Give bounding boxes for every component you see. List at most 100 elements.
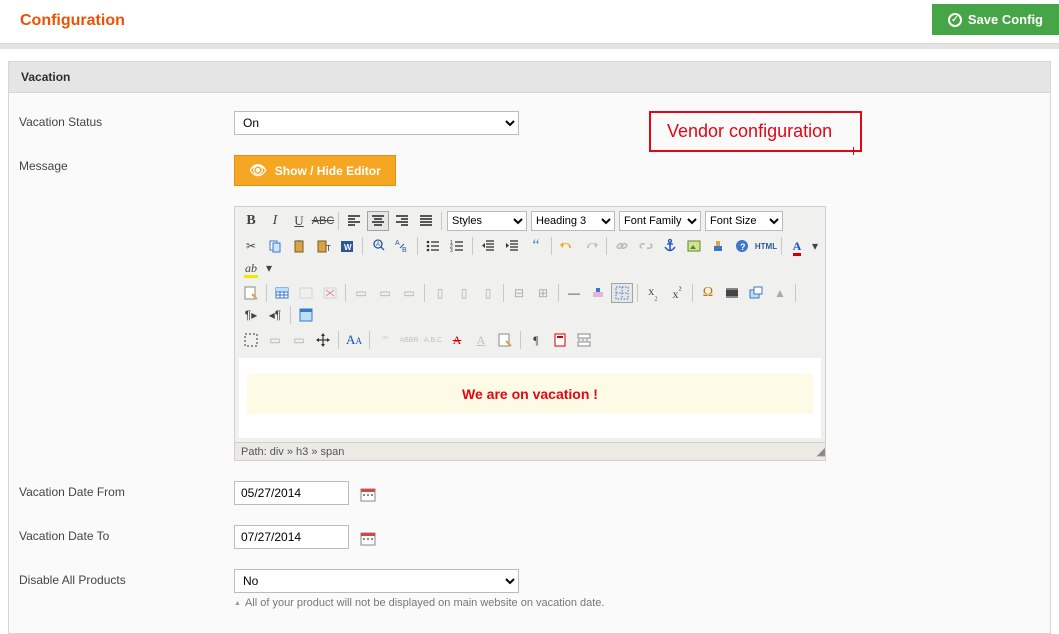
col-delete-icon[interactable]: ▯ <box>477 283 499 303</box>
hr-icon[interactable]: — <box>563 283 585 303</box>
visual-aid-icon[interactable] <box>611 283 633 303</box>
del-tag-icon[interactable]: A <box>446 330 468 350</box>
vacation-date-to-input[interactable] <box>234 525 349 549</box>
underline-icon[interactable]: U <box>288 211 310 231</box>
fullscreen-icon[interactable] <box>295 305 317 325</box>
attribs-icon[interactable] <box>494 330 516 350</box>
replace-icon[interactable]: AB <box>391 236 413 256</box>
save-config-button[interactable]: ✓ Save Config <box>932 4 1059 35</box>
paste-text-icon[interactable]: T <box>312 236 334 256</box>
cut-icon[interactable]: ✂ <box>240 236 262 256</box>
html-source-icon[interactable]: HTML <box>755 236 777 256</box>
align-left-icon[interactable] <box>343 211 365 231</box>
find-icon[interactable]: A <box>367 236 389 256</box>
editor-toolbar-row-3: ▭ ▭ ▭ ▯ ▯ ▯ ⊟ ⊞ — <box>235 279 825 326</box>
annotation-tick <box>853 147 854 155</box>
col-before-icon[interactable]: ▯ <box>429 283 451 303</box>
outdent-icon[interactable] <box>477 236 499 256</box>
table-delete-icon[interactable] <box>319 283 341 303</box>
row-delete-icon[interactable]: ▭ <box>398 283 420 303</box>
vacation-panel: Vacation Vendor configuration Vacation S… <box>8 61 1051 634</box>
help-icon[interactable]: ? <box>731 236 753 256</box>
panel-title: Vacation <box>9 62 1050 93</box>
table-icon[interactable] <box>271 283 293 303</box>
editor-content-text: We are on vacation ! <box>462 386 598 402</box>
layer-forward-icon[interactable]: ▲ <box>769 283 791 303</box>
merge-cells-icon[interactable]: ⊞ <box>532 283 554 303</box>
align-right-icon[interactable] <box>391 211 413 231</box>
paste-icon[interactable] <box>288 236 310 256</box>
ins-tag-icon[interactable]: A <box>470 330 492 350</box>
font-family-select[interactable]: Font Family <box>619 211 701 231</box>
page-title: Configuration <box>20 12 125 30</box>
align-center-icon[interactable] <box>367 211 389 231</box>
editor-toolbar-row-2: ✂ T W A AB 123 “ <box>235 232 825 279</box>
superscript-icon[interactable]: x² <box>666 283 688 303</box>
text-color-dropdown-icon[interactable]: ▾ <box>810 236 820 256</box>
bullet-list-icon[interactable] <box>422 236 444 256</box>
edit-html-icon[interactable] <box>240 283 262 303</box>
link-icon[interactable] <box>611 236 633 256</box>
redo-icon[interactable] <box>580 236 602 256</box>
toggle-editor-button[interactable]: 👁 Show / Hide Editor <box>234 155 396 186</box>
abbr-icon[interactable]: ABBR <box>398 330 420 350</box>
media-icon[interactable] <box>721 283 743 303</box>
anchor-icon[interactable] <box>659 236 681 256</box>
text-color-icon[interactable]: A <box>786 236 808 256</box>
vacation-status-select[interactable]: On <box>234 111 519 135</box>
style-props-icon[interactable]: AA <box>343 330 365 350</box>
select-area-icon[interactable] <box>240 330 262 350</box>
layer-del-icon[interactable]: ▭ <box>288 330 310 350</box>
col-after-icon[interactable]: ▯ <box>453 283 475 303</box>
indent-icon[interactable] <box>501 236 523 256</box>
cleanup-icon[interactable] <box>707 236 729 256</box>
disable-products-select[interactable]: No <box>234 569 519 593</box>
remove-format-icon[interactable] <box>587 283 609 303</box>
row-before-icon[interactable]: ▭ <box>350 283 372 303</box>
styles-select[interactable]: Styles <box>447 211 527 231</box>
pagebreak-icon[interactable] <box>573 330 595 350</box>
acronym-icon[interactable]: A.B.C <box>422 330 444 350</box>
check-circle-icon: ✓ <box>948 13 962 27</box>
special-char-icon[interactable]: Ω <box>697 283 719 303</box>
copy-icon[interactable] <box>264 236 286 256</box>
italic-icon[interactable]: I <box>264 211 286 231</box>
resize-handle-icon[interactable]: ◢ <box>817 445 825 458</box>
divider <box>0 43 1059 49</box>
split-cells-icon[interactable]: ⊟ <box>508 283 530 303</box>
number-list-icon[interactable]: 123 <box>446 236 468 256</box>
blockquote-icon[interactable]: “ <box>525 236 547 256</box>
move-icon[interactable] <box>312 330 334 350</box>
table-props-icon[interactable] <box>295 283 317 303</box>
paste-word-icon[interactable]: W <box>336 236 358 256</box>
cite-icon[interactable]: “” <box>374 330 396 350</box>
strikethrough-icon[interactable]: ABC <box>312 211 334 231</box>
highlight-color-icon[interactable]: ab <box>240 258 262 278</box>
svg-text:B: B <box>402 247 407 254</box>
ltr-icon[interactable]: ¶▸ <box>240 305 262 325</box>
editor-canvas[interactable]: We are on vacation ! <box>239 358 821 438</box>
template-icon[interactable] <box>549 330 571 350</box>
svg-text:A: A <box>395 240 400 247</box>
subscript-icon[interactable]: x₂ <box>642 283 664 303</box>
unlink-icon[interactable] <box>635 236 657 256</box>
show-blocks-icon[interactable]: ¶ <box>525 330 547 350</box>
svg-text:W: W <box>344 243 352 252</box>
layer-absolute-icon[interactable] <box>745 283 767 303</box>
highlight-color-dropdown-icon[interactable]: ▾ <box>264 258 274 278</box>
svg-text:?: ? <box>740 242 746 252</box>
bold-icon[interactable]: B <box>240 211 262 231</box>
rtl-icon[interactable]: ◂¶ <box>264 305 286 325</box>
vacation-date-from-input[interactable] <box>234 481 349 505</box>
image-icon[interactable] <box>683 236 705 256</box>
layer-add-icon[interactable]: ▭ <box>264 330 286 350</box>
calendar-icon[interactable] <box>360 530 376 546</box>
wysiwyg-editor: B I U ABC Styles Heading 3 Font Family <box>234 206 826 461</box>
format-select[interactable]: Heading 3 <box>531 211 615 231</box>
font-size-select[interactable]: Font Size <box>705 211 783 231</box>
vacation-date-to-label: Vacation Date To <box>19 525 234 543</box>
row-after-icon[interactable]: ▭ <box>374 283 396 303</box>
undo-icon[interactable] <box>556 236 578 256</box>
calendar-icon[interactable] <box>360 486 376 502</box>
align-justify-icon[interactable] <box>415 211 437 231</box>
